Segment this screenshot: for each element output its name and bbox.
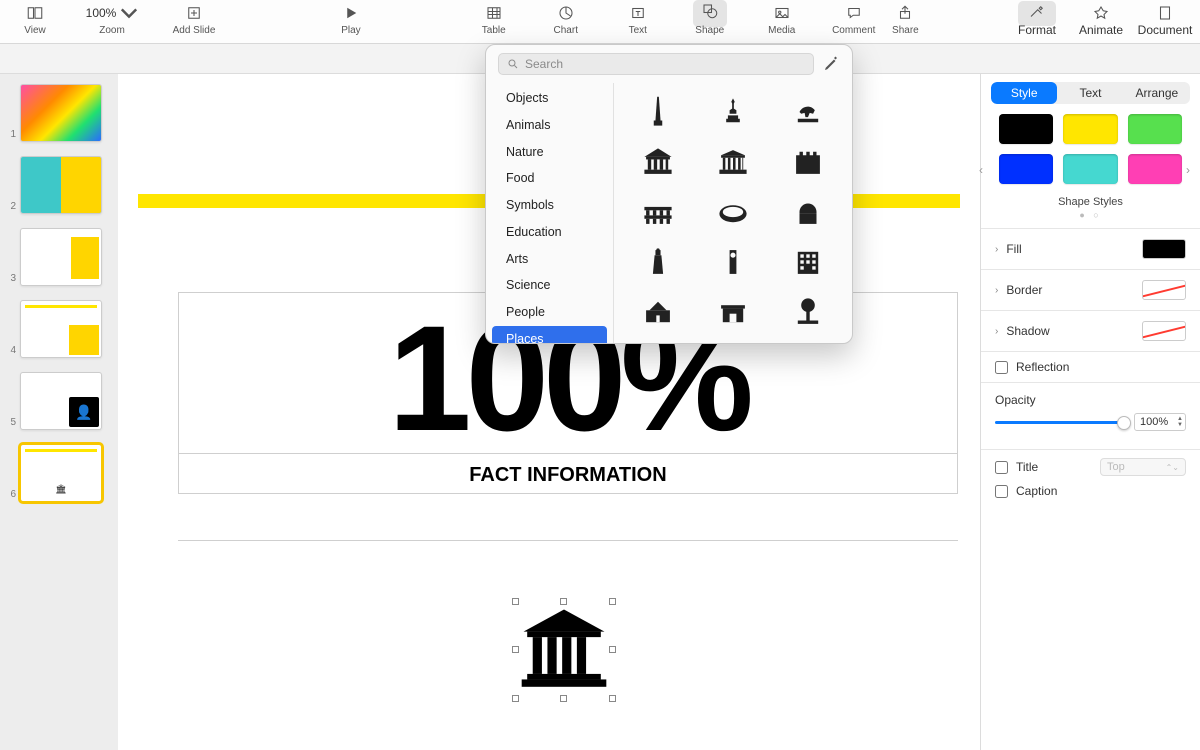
shape-observatory-icon[interactable] bbox=[775, 189, 842, 235]
slide-thumb-2[interactable]: 2 bbox=[8, 156, 110, 214]
shape-obelisk-icon[interactable] bbox=[624, 89, 691, 135]
opacity-row: Opacity 100% ▲▼ bbox=[981, 383, 1200, 435]
reflection-checkbox[interactable] bbox=[995, 361, 1008, 374]
style-next-icon[interactable]: › bbox=[1180, 162, 1196, 178]
chevron-right-icon: › bbox=[995, 244, 998, 255]
shape-styles-label: Shape Styles bbox=[981, 192, 1200, 210]
shape-skyscraper-icon[interactable] bbox=[775, 339, 842, 343]
shape-lighthouse-icon[interactable] bbox=[624, 239, 691, 285]
swatch-blue[interactable] bbox=[999, 154, 1053, 184]
tab-text[interactable]: Text bbox=[1057, 82, 1123, 104]
style-page-dots: ● ○ bbox=[981, 210, 1200, 228]
slide-navigator[interactable]: 1 2 3 4 5 👤 6 🏛 bbox=[0, 74, 118, 750]
text-button[interactable]: Text bbox=[611, 3, 665, 36]
swatch-black[interactable] bbox=[999, 114, 1053, 144]
swatch-pink[interactable] bbox=[1128, 154, 1182, 184]
shadow-well[interactable] bbox=[1142, 321, 1186, 341]
cat-animals[interactable]: Animals bbox=[492, 112, 607, 139]
cat-objects[interactable]: Objects bbox=[492, 85, 607, 112]
share-button[interactable]: Share bbox=[881, 3, 930, 36]
format-tab-button[interactable]: Format bbox=[1010, 3, 1064, 37]
shape-bank-icon[interactable] bbox=[624, 139, 691, 185]
cat-arts[interactable]: Arts bbox=[492, 246, 607, 273]
cat-nature[interactable]: Nature bbox=[492, 139, 607, 166]
shape-storefront-icon[interactable] bbox=[699, 339, 766, 343]
format-inspector: ‹ › Style Text Arrange Shape Styles ● ○ … bbox=[980, 74, 1200, 750]
opacity-field[interactable]: 100% ▲▼ bbox=[1134, 413, 1186, 431]
inspector-tabs[interactable]: Style Text Arrange bbox=[991, 82, 1190, 104]
swatch-yellow[interactable] bbox=[1063, 114, 1117, 144]
caption-checkbox[interactable] bbox=[995, 485, 1008, 498]
search-placeholder: Search bbox=[525, 57, 563, 71]
shapes-search-input[interactable]: Search bbox=[498, 53, 814, 75]
swatch-teal[interactable] bbox=[1063, 154, 1117, 184]
cat-education[interactable]: Education bbox=[492, 219, 607, 246]
table-button[interactable]: Table bbox=[467, 3, 521, 36]
opacity-label: Opacity bbox=[995, 393, 1186, 407]
animate-tab-button[interactable]: Animate bbox=[1074, 3, 1128, 37]
shape-park-icon[interactable] bbox=[775, 289, 842, 335]
title-label: Title bbox=[1016, 460, 1038, 474]
slide-thumb-1[interactable]: 1 bbox=[8, 84, 110, 142]
chevron-right-icon: › bbox=[995, 326, 998, 337]
shape-categories[interactable]: Objects Animals Nature Food Symbols Educ… bbox=[486, 83, 614, 343]
selected-building-shape[interactable] bbox=[518, 604, 610, 696]
toolbar: View 100% Zoom Add Slide Play Table Char… bbox=[0, 0, 1200, 44]
cat-people[interactable]: People bbox=[492, 299, 607, 326]
chevron-right-icon: › bbox=[995, 285, 998, 296]
caption-label: Caption bbox=[1016, 484, 1057, 498]
view-button[interactable]: View bbox=[8, 3, 62, 36]
stepper-icon[interactable]: ▲▼ bbox=[1177, 416, 1183, 428]
reflection-label: Reflection bbox=[1016, 360, 1069, 374]
shape-castle-icon[interactable] bbox=[775, 139, 842, 185]
cat-symbols[interactable]: Symbols bbox=[492, 192, 607, 219]
border-row[interactable]: › Border bbox=[981, 270, 1200, 310]
selection-handles[interactable] bbox=[512, 598, 616, 702]
add-slide-button[interactable]: Add Slide bbox=[162, 3, 226, 36]
cat-food[interactable]: Food bbox=[492, 165, 607, 192]
fill-color-well[interactable] bbox=[1142, 239, 1186, 259]
title-checkbox[interactable] bbox=[995, 461, 1008, 474]
tab-arrange[interactable]: Arrange bbox=[1124, 82, 1190, 104]
fill-row[interactable]: › Fill bbox=[981, 229, 1200, 269]
comment-button[interactable]: Comment bbox=[827, 3, 881, 36]
draw-shape-icon[interactable] bbox=[822, 55, 840, 73]
tab-style[interactable]: Style bbox=[991, 82, 1057, 104]
shape-statue-icon[interactable] bbox=[699, 89, 766, 135]
shape-school-icon[interactable] bbox=[624, 289, 691, 335]
border-well[interactable] bbox=[1142, 280, 1186, 300]
shapes-popover: Search Objects Animals Nature Food Symbo… bbox=[485, 44, 853, 344]
zoom-dropdown[interactable]: 100% Zoom bbox=[80, 3, 144, 36]
reflection-row[interactable]: Reflection bbox=[981, 352, 1200, 382]
opacity-slider[interactable] bbox=[995, 421, 1124, 424]
slide-thumb-4[interactable]: 4 bbox=[8, 300, 110, 358]
cat-places[interactable]: Places bbox=[492, 326, 607, 343]
chart-button[interactable]: Chart bbox=[539, 3, 593, 36]
swatch-green[interactable] bbox=[1128, 114, 1182, 144]
shadow-row[interactable]: › Shadow bbox=[981, 311, 1200, 351]
shape-aqueduct-icon[interactable] bbox=[624, 189, 691, 235]
shape-grid bbox=[614, 83, 852, 343]
cat-science[interactable]: Science bbox=[492, 272, 607, 299]
shape-barn-icon[interactable] bbox=[624, 339, 691, 343]
slide-thumb-6[interactable]: 6 🏛 bbox=[8, 444, 110, 502]
search-icon bbox=[507, 58, 519, 70]
shape-colosseum-icon[interactable] bbox=[699, 189, 766, 235]
shape-style-swatches[interactable] bbox=[981, 114, 1200, 192]
document-tab-button[interactable]: Document bbox=[1138, 3, 1192, 37]
chevron-updown-icon: ⌃⌄ bbox=[1166, 463, 1179, 472]
play-button[interactable]: Play bbox=[326, 3, 375, 36]
shape-button[interactable]: Shape bbox=[683, 3, 737, 36]
slide-thumb-3[interactable]: 3 bbox=[8, 228, 110, 286]
slide-thumb-5[interactable]: 5 👤 bbox=[8, 372, 110, 430]
title-position-dropdown[interactable]: Top⌃⌄ bbox=[1100, 458, 1186, 476]
shape-equestrian-icon[interactable] bbox=[775, 89, 842, 135]
shape-shop-icon[interactable] bbox=[699, 289, 766, 335]
shape-office-icon[interactable] bbox=[775, 239, 842, 285]
shape-parthenon-icon[interactable] bbox=[699, 139, 766, 185]
shape-clocktower-icon[interactable] bbox=[699, 239, 766, 285]
style-prev-icon[interactable]: ‹ bbox=[973, 162, 989, 178]
media-button[interactable]: Media bbox=[755, 3, 809, 36]
